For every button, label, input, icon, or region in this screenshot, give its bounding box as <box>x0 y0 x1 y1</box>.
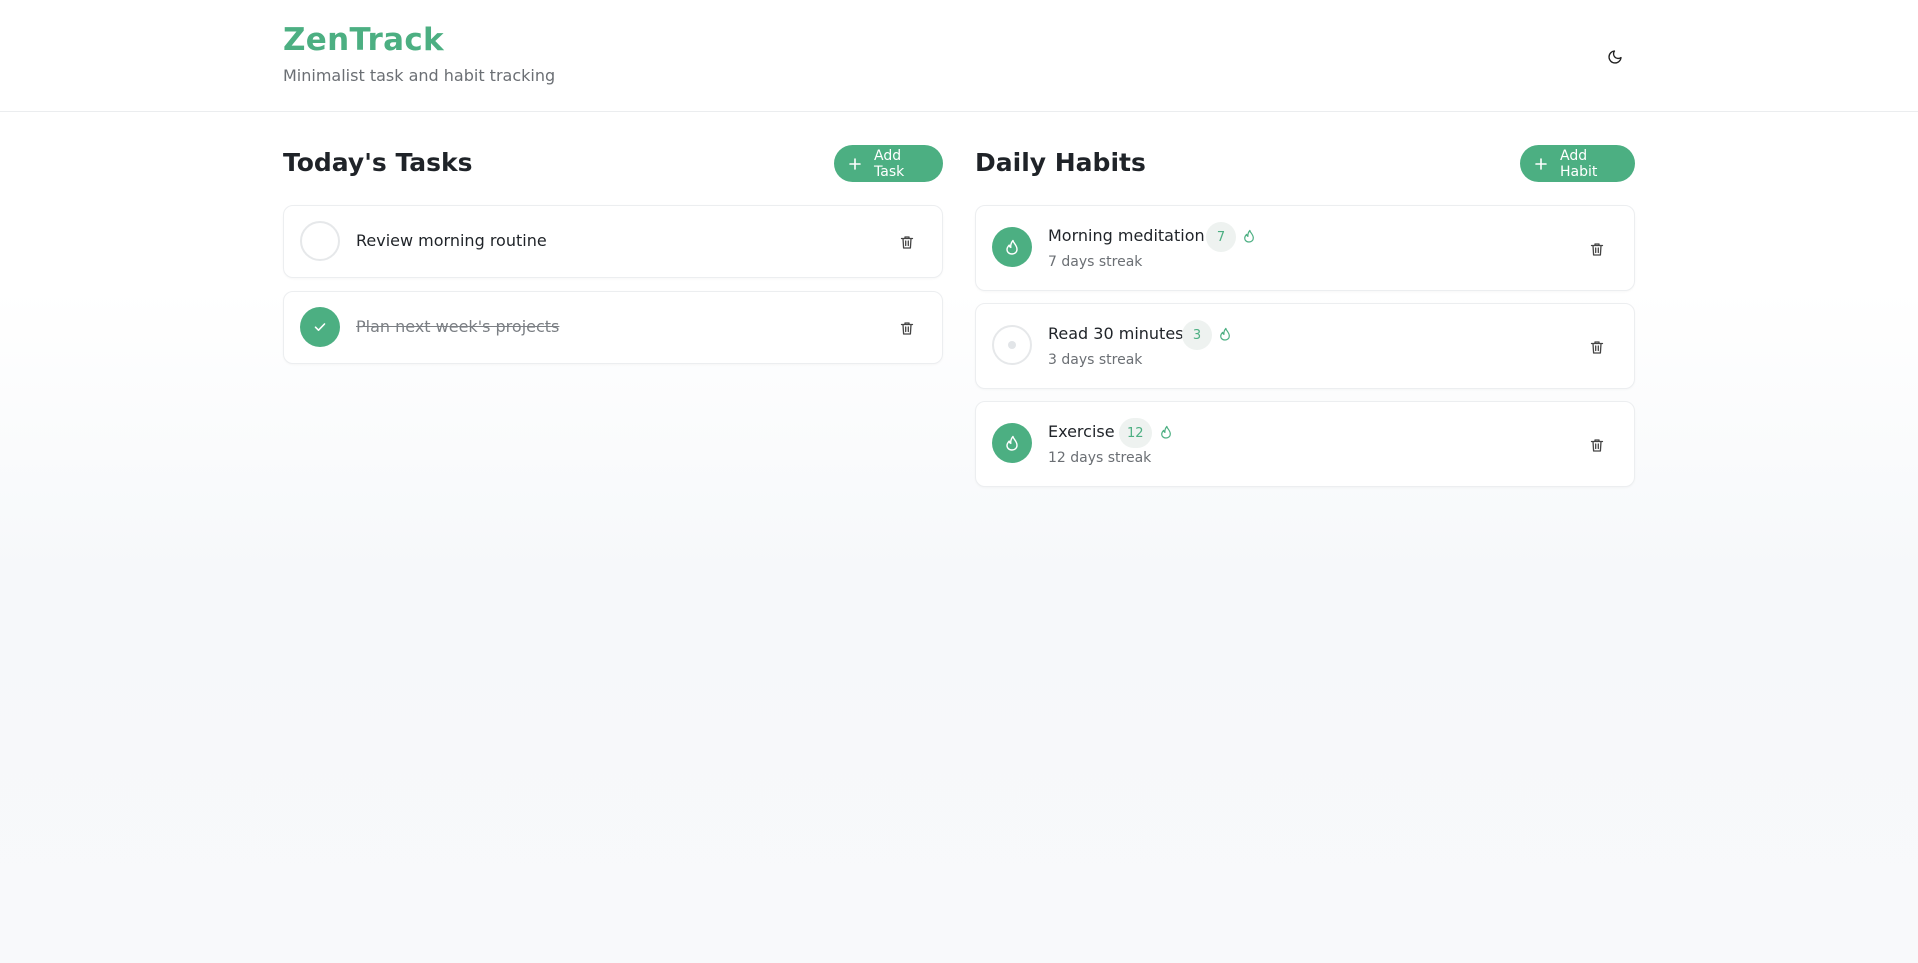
delete-habit-button[interactable] <box>1584 432 1610 458</box>
task-checkbox[interactable] <box>300 307 340 347</box>
trash-icon <box>1590 438 1604 452</box>
habit-toggle-button[interactable] <box>992 325 1032 365</box>
add-habit-button[interactable]: Add Habit <box>1520 145 1635 182</box>
streak-badge: 12 <box>1119 418 1152 448</box>
plus-icon <box>1534 157 1548 171</box>
add-habit-label: Add Habit <box>1560 147 1598 180</box>
habit-item: Morning meditation 7 7 days streak <box>975 205 1635 291</box>
plus-icon <box>848 157 862 171</box>
tasks-section-title: Today's Tasks <box>283 148 473 177</box>
task-text: Review morning routine <box>356 231 547 250</box>
habit-item: Exercise 12 12 days streak <box>975 401 1635 487</box>
streak-badge: 7 <box>1206 222 1236 252</box>
delete-habit-button[interactable] <box>1584 334 1610 360</box>
habit-name: Read 30 minutes <box>1048 324 1184 343</box>
habits-section-title: Daily Habits <box>975 148 1146 177</box>
flame-icon <box>1006 239 1018 255</box>
habit-name: Exercise <box>1048 422 1115 441</box>
habit-toggle-button[interactable] <box>992 227 1032 267</box>
task-item: Plan next week's projects <box>283 291 943 364</box>
habit-toggle-button[interactable] <box>992 423 1032 463</box>
add-task-button[interactable]: Add Task <box>834 145 943 182</box>
app-subtitle: Minimalist task and habit tracking <box>283 66 556 85</box>
trash-icon <box>1590 340 1604 354</box>
pending-dot-icon <box>1008 341 1016 349</box>
trash-icon <box>900 235 914 249</box>
streak-badge: 3 <box>1182 320 1212 350</box>
trash-icon <box>1590 242 1604 256</box>
habit-name: Morning meditation <box>1048 226 1205 245</box>
delete-task-button[interactable] <box>894 229 920 255</box>
delete-habit-button[interactable] <box>1584 236 1610 262</box>
theme-toggle-button[interactable] <box>1598 40 1632 74</box>
task-item: Review morning routine <box>283 205 943 278</box>
app-header: ZenTrack Minimalist task and habit track… <box>0 0 1918 112</box>
app-title: ZenTrack <box>283 22 444 58</box>
habit-item: Read 30 minutes 3 3 days streak <box>975 303 1635 389</box>
add-task-label: Add Task <box>874 147 905 180</box>
flame-icon <box>1244 229 1254 243</box>
delete-task-button[interactable] <box>894 315 920 341</box>
task-checkbox[interactable] <box>300 221 340 261</box>
habit-streak-text: 7 days streak <box>1048 254 1143 270</box>
habit-streak-text: 12 days streak <box>1048 450 1152 466</box>
flame-icon <box>1006 435 1018 451</box>
moon-icon <box>1608 50 1622 64</box>
task-text: Plan next week's projects <box>356 317 560 336</box>
check-icon <box>314 323 326 331</box>
trash-icon <box>900 321 914 335</box>
habit-streak-text: 3 days streak <box>1048 352 1143 368</box>
flame-icon <box>1220 327 1230 341</box>
flame-icon <box>1161 425 1171 439</box>
